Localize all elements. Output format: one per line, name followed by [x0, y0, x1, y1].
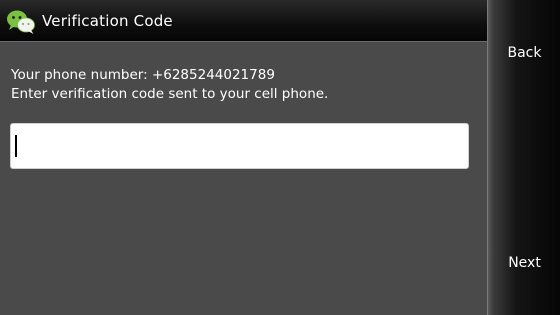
main-panel: Verification Code Your phone number: +62… [0, 0, 487, 315]
next-button[interactable]: Next [488, 254, 560, 272]
info-text: Your phone number: +6285244021789 Enter … [11, 66, 481, 104]
wechat-icon [7, 10, 35, 34]
softkey-bar: Back Next [487, 0, 560, 315]
verification-screen: Verification Code Your phone number: +62… [0, 0, 560, 315]
window-title: Verification Code [42, 12, 173, 30]
verification-code-input[interactable] [10, 123, 469, 169]
phone-number-text: Your phone number: +6285244021789 [11, 67, 275, 83]
instruction-text: Enter verification code sent to your cel… [11, 86, 329, 102]
back-button[interactable]: Back [488, 44, 560, 62]
title-bar: Verification Code [0, 0, 487, 42]
text-caret [15, 135, 17, 157]
